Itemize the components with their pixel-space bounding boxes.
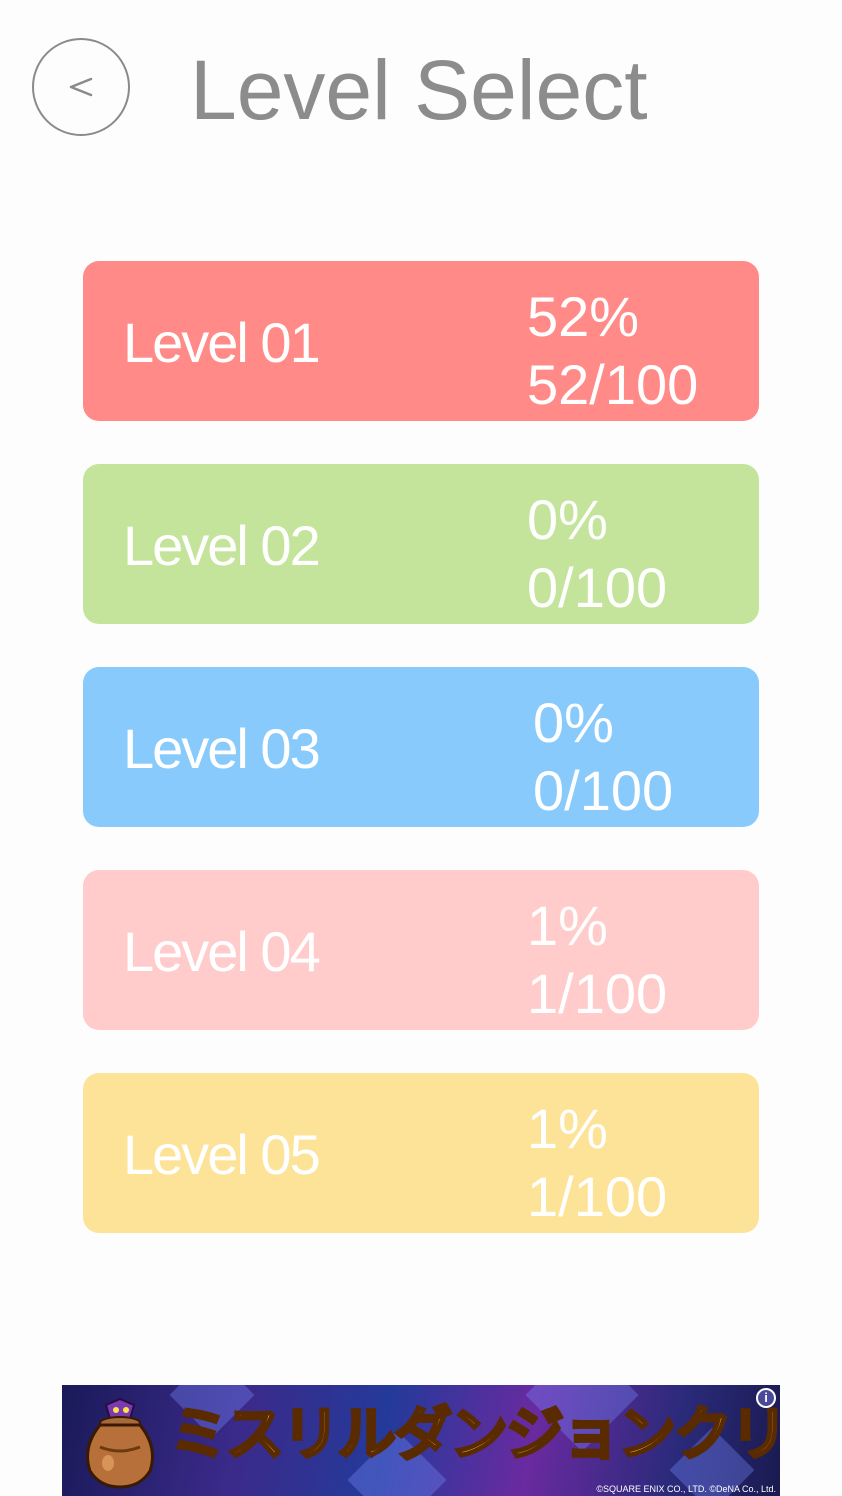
level-card-04[interactable]: Level 04 1% 1/100 (83, 870, 759, 1030)
level-card-03[interactable]: Level 03 0% 0/100 (83, 667, 759, 827)
level-name: Level 05 (123, 1123, 321, 1186)
ad-copyright: ©SQUARE ENIX CO., LTD. ©DeNA Co., Ltd. (596, 1484, 776, 1494)
level-progress: 0/100 (533, 759, 674, 822)
level-stats: 1% 1/100 (527, 892, 667, 1028)
level-percent: 1% (527, 1097, 608, 1160)
level-card-01[interactable]: Level 01 52% 52/100 (83, 261, 759, 421)
level-list: Level 01 52% 52/100 Level 02 0% 0/100 Le… (83, 261, 759, 1276)
chevron-left-icon (69, 77, 93, 97)
level-stats: 1% 1/100 (527, 1095, 667, 1231)
level-name: Level 01 (123, 311, 321, 374)
level-name: Level 04 (123, 920, 321, 983)
level-card-05[interactable]: Level 05 1% 1/100 (83, 1073, 759, 1233)
level-percent: 52% (527, 285, 640, 348)
level-progress: 1/100 (527, 962, 668, 1025)
level-percent: 1% (527, 894, 608, 957)
level-stats: 0% 0/100 (527, 486, 667, 622)
treasure-pot-icon (86, 1397, 154, 1489)
level-stats: 0% 0/100 (533, 689, 673, 825)
level-progress: 0/100 (527, 556, 668, 619)
page-title: Level Select (190, 43, 648, 137)
level-stats: 52% 52/100 (527, 283, 698, 419)
level-card-02[interactable]: Level 02 0% 0/100 (83, 464, 759, 624)
info-icon[interactable]: i (756, 1388, 776, 1408)
level-progress: 52/100 (527, 353, 699, 416)
level-percent: 0% (533, 691, 614, 754)
level-name: Level 03 (123, 717, 321, 780)
back-button[interactable] (32, 38, 130, 136)
level-percent: 0% (527, 488, 608, 551)
level-name: Level 02 (123, 514, 321, 577)
ad-banner[interactable]: ミスリルダンジョンクリアで i ©SQUARE ENIX CO., LTD. ©… (62, 1385, 780, 1496)
level-progress: 1/100 (527, 1165, 668, 1228)
ad-headline: ミスリルダンジョンクリアで (168, 1399, 780, 1470)
